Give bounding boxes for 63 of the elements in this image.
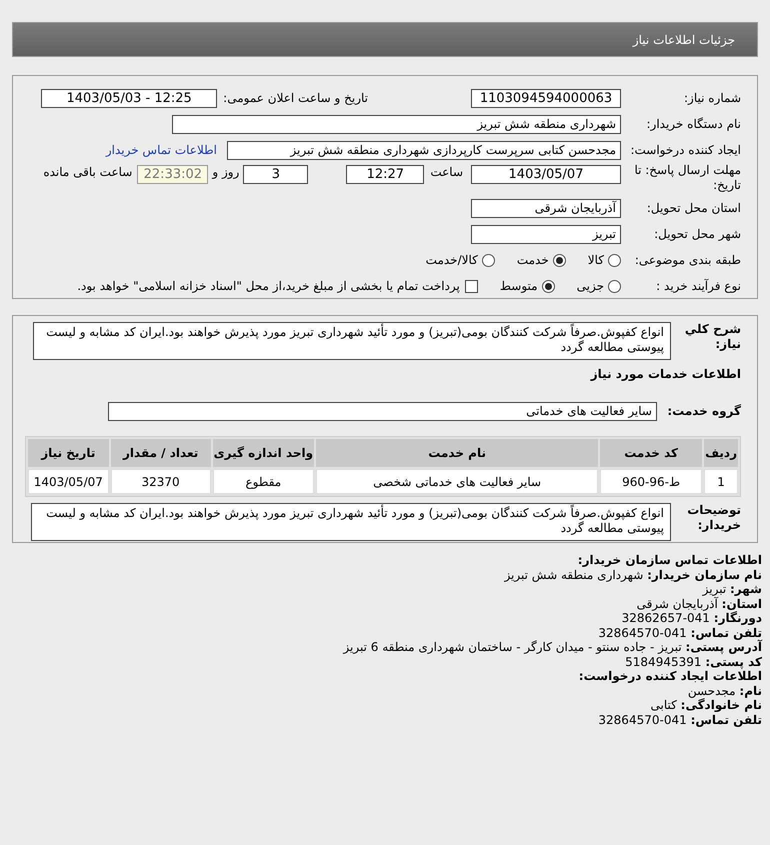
text-field[interactable]: 12:27	[346, 165, 424, 184]
text-field[interactable]: 3	[243, 165, 308, 184]
field-label: تاریخ و ساعت اعلان عمومی:	[223, 91, 368, 105]
contact-heading: اطلاعات تماس سازمان خریدار:	[576, 553, 762, 568]
field-label: توضیحات خریدار:	[686, 503, 741, 533]
field-label: گروه خدمت:	[666, 404, 741, 418]
field-label: ایجاد کننده درخواست:	[629, 143, 741, 157]
text-field[interactable]: 1103094594000063	[471, 88, 621, 108]
contact-line: نام: مجدحسن	[686, 684, 762, 698]
contact-line: آدرس پستی: تبریز - جاده سنتو - میدان کارگر - ساختمان شهرداری منطقه 6 تبریز	[342, 640, 762, 654]
option-label: کالا/خدمت	[426, 253, 478, 267]
table-cell: 1	[704, 469, 738, 494]
radio-button[interactable]	[542, 280, 555, 292]
text-field[interactable]: 22:33:02	[137, 165, 208, 184]
option-label: جزیی	[576, 279, 604, 293]
option-label: متوسط	[500, 279, 538, 293]
column-header: تعداد / مقدار	[110, 439, 211, 467]
field-label: نام دستگاه خریدار:	[646, 117, 741, 131]
field-label: شهر محل تحویل:	[653, 227, 741, 241]
radio-button[interactable]	[608, 254, 621, 266]
contact-line: نام سازمان خریدار: شهرداری منطقه شش تبریز	[503, 568, 762, 582]
contact-line: شهر: تبریز	[701, 582, 762, 596]
page-title: جزئیات اطلاعات نیاز	[632, 32, 735, 46]
field-text: ساعت باقی مانده	[43, 165, 132, 179]
column-header: واحد اندازه گیری	[212, 439, 314, 467]
column-header: ردیف	[704, 439, 738, 467]
table-cell: ط-96-960	[600, 469, 702, 494]
text-field[interactable]: شهرداری منطقه شش تبریز	[172, 114, 621, 134]
contact-heading: اطلاعات ایجاد کننده درخواست:	[578, 669, 762, 684]
field-label: شرح کلي نياز:	[684, 322, 741, 352]
text-field[interactable]: سایر فعالیت های خدماتی	[108, 402, 657, 420]
field-label: طبقه بندی موضوعی:	[634, 253, 741, 267]
checkbox[interactable]	[464, 280, 478, 292]
field-label: استان محل تحویل:	[646, 201, 741, 215]
notes-box: انواع کفپوش.صرفاً شرکت کنندگان بومی(تبریز) و مورد تأئید شهرداری تبریز مورد پذیرش خواهند بود.ایران کد مشابه و لیست پیوستی مطالعه گردد	[31, 503, 671, 541]
column-header: کد خدمت	[600, 439, 702, 467]
contact-link[interactable]: اطلاعات تماس خریدار	[106, 143, 217, 157]
field-text: روز و	[212, 165, 240, 179]
field-label: نوع فرآیند خرید :	[655, 279, 741, 293]
description-box: انواع کفپوش.صرفاً شرکت کنندگان بومی(تبریز) و مورد تأئید شهرداری تبریز مورد پذیرش خواهند بود.ایران کد مشابه و لیست پیوستی مطالعه گردد	[33, 322, 671, 360]
checkbox-label: پرداخت تمام یا بخشی از مبلغ خرید،از محل "اسناد خزانه اسلامی" خواهد بود.	[77, 279, 460, 293]
contact-line: استان: آذربایجان شرقی	[636, 596, 762, 611]
text-field[interactable]: آذربایجان شرقی	[471, 198, 621, 218]
field-text: ساعت	[430, 165, 463, 179]
column-header: نام خدمت	[316, 439, 598, 467]
radio-button[interactable]	[552, 254, 566, 266]
option-label: کالا	[588, 253, 604, 267]
option-label: خدمت	[516, 253, 549, 267]
radio-button[interactable]	[608, 280, 621, 292]
text-field[interactable]: تبریز	[471, 224, 621, 244]
column-header: تاریخ نیاز	[28, 439, 109, 467]
table-cell: 1403/05/07	[28, 469, 109, 494]
table-cell: سایر فعالیت های خدماتی شخصی	[316, 469, 598, 494]
table-cell: مقطوع	[212, 469, 314, 494]
text-field[interactable]: 1403/05/07	[471, 165, 621, 184]
field-label: مهلت ارسال پاسخ: تا تاریخ:	[633, 163, 741, 193]
text-field[interactable]: مجدحسن کتابی سرپرست کارپردازی شهرداری منطقه شش تبریز	[227, 140, 621, 160]
section-heading: اطلاعات خدمات مورد نیاز	[590, 366, 741, 383]
table-cell: 32370	[110, 469, 211, 494]
radio-button[interactable]	[482, 254, 495, 266]
contact-line: نام خانوادگی: کتابی	[649, 698, 762, 712]
field-label: شماره نیاز:	[683, 91, 741, 105]
text-field[interactable]: 1403/05/03 - 12:25	[41, 88, 218, 108]
